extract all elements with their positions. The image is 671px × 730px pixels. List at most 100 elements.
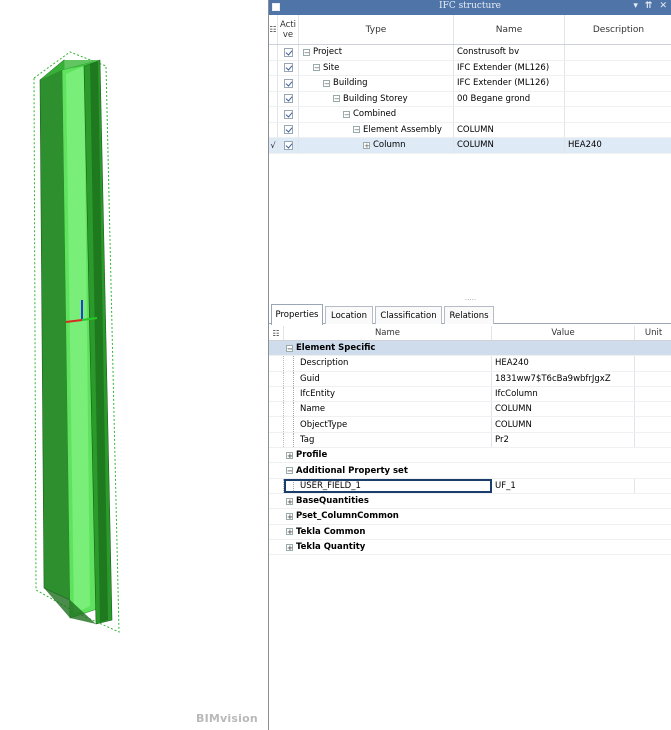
active-checkbox[interactable] [283, 78, 293, 88]
active-checkbox[interactable] [283, 47, 293, 57]
group-tekla-quantity[interactable]: + Tekla Quantity [269, 540, 671, 556]
group-label: Tekla Common [296, 526, 366, 537]
property-row[interactable]: IfcEntity IfcColumn [269, 386, 671, 403]
node-description [565, 45, 671, 60]
prop-unit [635, 402, 671, 416]
property-row[interactable]: ObjectType COLUMN [269, 417, 671, 433]
header-description[interactable]: Description [565, 15, 671, 44]
panel-title: IFC structure [439, 1, 501, 11]
property-row[interactable]: Tag Pr2 [269, 432, 671, 449]
tree-row[interactable]: − Site IFC Extender (ML126) [269, 60, 671, 76]
tab-location[interactable]: Location [325, 306, 373, 324]
node-description [565, 92, 671, 107]
group-tekla-common[interactable]: + Tekla Common [269, 525, 671, 540]
tab-relations[interactable]: Relations [444, 306, 494, 324]
header-prop-unit[interactable]: Unit [635, 326, 671, 340]
prop-value: HEA240 [492, 356, 635, 371]
row-marker [269, 122, 278, 137]
prop-unit [635, 372, 671, 386]
tree-row[interactable]: − Combined [269, 107, 671, 123]
expand-icon[interactable]: + [286, 497, 293, 505]
3d-viewport[interactable]: BIMvision [0, 0, 268, 730]
tree-row[interactable]: − Building Storey 00 Begane grond [269, 91, 671, 107]
header-active[interactable]: Acti ve [278, 15, 299, 44]
collapse-icon[interactable]: − [333, 95, 340, 103]
tree-row[interactable]: − Building IFC Extender (ML126) [269, 76, 671, 92]
group-pset-columncommon[interactable]: + Pset_ColumnCommon [269, 509, 671, 525]
row-marker [269, 76, 278, 91]
node-description [565, 107, 671, 122]
active-checkbox[interactable] [283, 63, 293, 73]
row-marker [269, 91, 278, 106]
node-name: 00 Begane grond [454, 91, 565, 106]
node-name: IFC Extender (ML126) [454, 60, 565, 75]
prop-value: IfcColumn [492, 386, 635, 402]
group-profile[interactable]: + Profile [269, 448, 671, 464]
prop-name: Guid [300, 373, 320, 384]
column-3d-model[interactable] [0, 0, 268, 730]
property-row[interactable]: Guid 1831ww7$T6cBa9wbfrJgxZ [269, 371, 671, 387]
active-checkbox[interactable] [283, 109, 293, 119]
prop-name: ObjectType [300, 419, 348, 430]
collapse-icon[interactable]: − [286, 467, 293, 475]
collapse-icon[interactable]: − [323, 79, 330, 87]
prop-unit [635, 479, 671, 493]
tree-row[interactable]: − Element Assembly COLUMN [269, 122, 671, 138]
expand-icon[interactable]: + [286, 528, 293, 536]
collapse-icon[interactable]: − [353, 126, 360, 134]
node-type: Project [313, 47, 343, 58]
tab-properties[interactable]: Properties [271, 304, 323, 325]
collapse-icon[interactable]: − [303, 48, 310, 56]
node-description [565, 76, 671, 91]
header-prop-value[interactable]: Value [492, 326, 635, 340]
node-type: Site [323, 62, 340, 73]
collapse-icon[interactable]: − [343, 110, 350, 118]
expand-icon[interactable]: + [286, 543, 293, 551]
prop-unit [635, 433, 671, 447]
prop-name: USER_FIELD_1 [300, 480, 361, 491]
active-checkbox[interactable] [283, 94, 293, 104]
close-icon[interactable]: ✕ [659, 1, 667, 11]
tab-classification[interactable]: Classification [375, 306, 442, 324]
expand-icon[interactable]: + [286, 512, 293, 520]
ifc-tree-grid: ☷ Acti ve Type Name Description − Project… [269, 15, 671, 298]
bimvision-logo: BIMvision [196, 712, 258, 725]
panel-titlebar: IFC structure ▾ ⇈ ✕ [269, 0, 671, 15]
active-checkbox[interactable] [283, 140, 293, 150]
active-checkbox[interactable] [283, 125, 293, 135]
header-type[interactable]: Type [299, 15, 454, 44]
dropdown-icon[interactable]: ▾ [633, 1, 638, 11]
property-row-focused[interactable]: USER_FIELD_1 UF_1 [269, 478, 671, 494]
properties-header: ☷ Name Value Unit [269, 326, 671, 341]
pin-icon[interactable]: ⇈ [645, 1, 653, 11]
property-row[interactable]: Description HEA240 [269, 356, 671, 372]
properties-grid: ☷ Name Value Unit − Element Specific Desc… [269, 326, 671, 556]
group-element-specific[interactable]: − Element Specific [269, 341, 671, 357]
node-type: Combined [353, 109, 397, 120]
group-label: Tekla Quantity [296, 542, 366, 552]
group-additional-property-set[interactable]: − Additional Property set [269, 463, 671, 479]
column-chooser-icon[interactable]: ☷ [269, 15, 278, 44]
row-marker [269, 45, 278, 60]
expand-icon[interactable]: + [286, 451, 293, 459]
header-prop-name[interactable]: Name [284, 326, 492, 340]
expand-icon[interactable]: + [363, 141, 370, 149]
collapse-icon[interactable]: − [313, 64, 320, 72]
group-label: Element Specific [296, 343, 376, 354]
node-type: Element Assembly [363, 124, 442, 135]
column-chooser-icon[interactable]: ☷ [269, 326, 284, 340]
group-label: BaseQuantities [296, 496, 369, 507]
node-name: IFC Extender (ML126) [454, 76, 565, 91]
row-marker [269, 107, 278, 122]
group-base-quantities[interactable]: + BaseQuantities [269, 494, 671, 510]
property-row[interactable]: Name COLUMN [269, 402, 671, 418]
prop-name: Tag [300, 434, 315, 445]
tree-row[interactable]: − Project Construsoft bv [269, 45, 671, 61]
prop-unit [635, 417, 671, 431]
properties-tabs: Properties Location Classification Relat… [269, 304, 671, 325]
header-name[interactable]: Name [454, 15, 565, 44]
prop-unit [635, 387, 671, 401]
tree-row-selected[interactable]: √ + Column COLUMN HEA240 [269, 138, 671, 154]
prop-value: UF_1 [492, 478, 635, 493]
collapse-icon[interactable]: − [286, 344, 293, 352]
